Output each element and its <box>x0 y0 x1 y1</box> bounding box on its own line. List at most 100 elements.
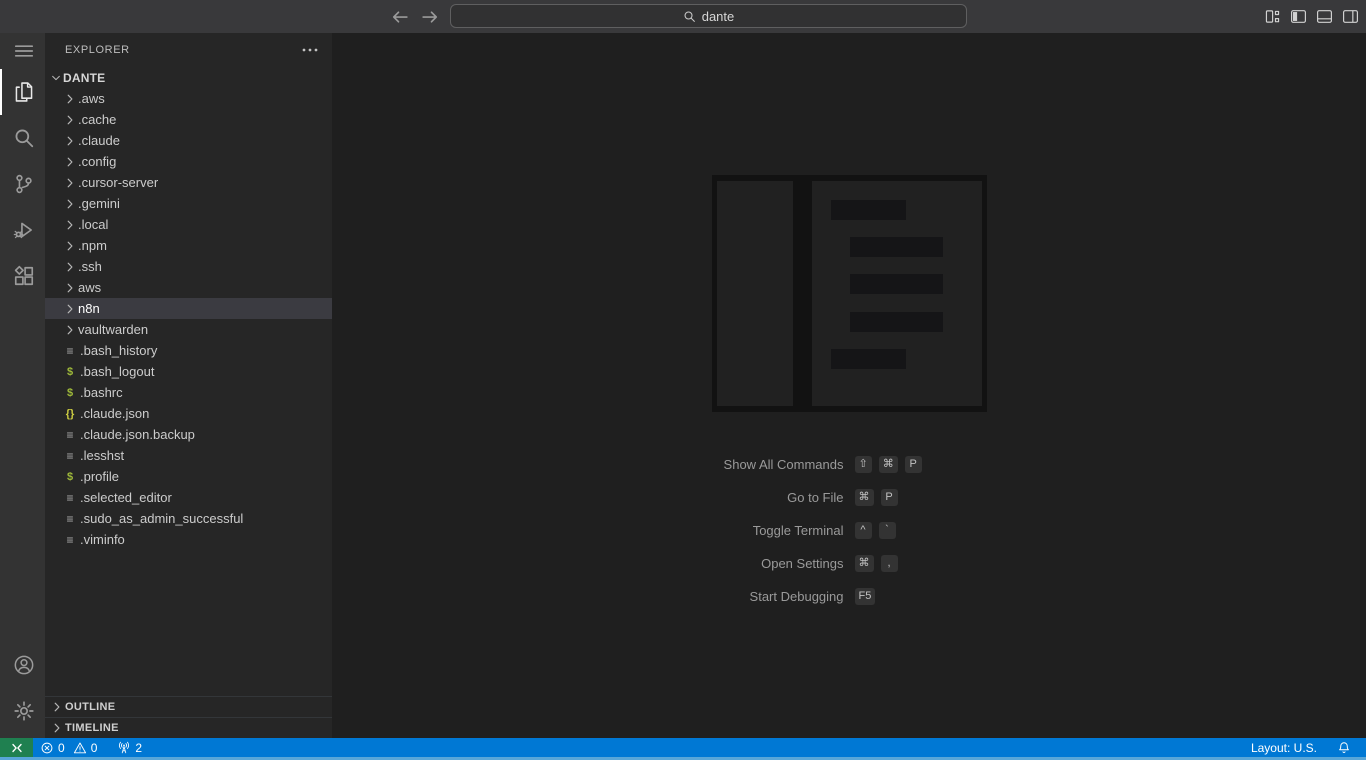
tree-file-.bash_history[interactable]: ≡.bash_history <box>45 340 332 361</box>
ports-status[interactable]: 2 <box>110 738 149 757</box>
warning-icon <box>73 741 87 755</box>
tree-folder-.claude[interactable]: .claude <box>45 130 332 151</box>
chevron-right-icon <box>62 259 78 275</box>
toggle-secondary-sidebar-button[interactable] <box>1341 8 1359 26</box>
tree-file-.sudo_as_admin_successful[interactable]: ≡.sudo_as_admin_successful <box>45 508 332 529</box>
sidebar-title: EXPLORER <box>65 44 130 56</box>
tree-folder-.config[interactable]: .config <box>45 151 332 172</box>
json-file-icon: {} <box>62 406 78 422</box>
text-file-icon: ≡ <box>62 532 78 548</box>
tree-item-label: .aws <box>78 91 105 106</box>
tree-folder-aws[interactable]: aws <box>45 277 332 298</box>
search-icon <box>13 127 35 149</box>
tree-folder-.aws[interactable]: .aws <box>45 88 332 109</box>
sidebar-section-outline[interactable]: OUTLINE <box>45 696 332 717</box>
tree-folder-.cursor-server[interactable]: .cursor-server <box>45 172 332 193</box>
tree-file-.viminfo[interactable]: ≡.viminfo <box>45 529 332 550</box>
source-control-icon <box>13 173 35 195</box>
sidebar-right-icon <box>1342 8 1359 25</box>
customize-layout-icon <box>1264 8 1281 25</box>
tree-folder-.npm[interactable]: .npm <box>45 235 332 256</box>
activity-run-debug-button[interactable] <box>0 207 45 253</box>
problems-status[interactable]: 0 0 <box>33 738 104 757</box>
tree-item-label: .bashrc <box>80 385 123 400</box>
tree-item-label: .ssh <box>78 259 102 274</box>
chevron-right-icon <box>62 301 78 317</box>
chevron-right-icon <box>62 112 78 128</box>
section-label: OUTLINE <box>65 701 115 713</box>
tree-item-label: .bash_history <box>80 343 157 358</box>
activity-extensions-button[interactable] <box>0 253 45 299</box>
tree-item-label: vaultwarden <box>78 322 148 337</box>
forward-arrow-icon <box>420 7 440 27</box>
toggle-panel-button[interactable] <box>1315 8 1333 26</box>
tree-item-label: .local <box>78 217 108 232</box>
activity-source-control-button[interactable] <box>0 161 45 207</box>
shortcut-row: Go to File⌘P <box>654 481 1045 514</box>
error-count: 0 <box>58 741 65 755</box>
tree-item-label: .profile <box>80 469 119 484</box>
shortcut-keys: ⇧⌘P <box>855 456 1045 473</box>
tree-folder-.local[interactable]: .local <box>45 214 332 235</box>
tree-file-.claude.json[interactable]: {}.claude.json <box>45 403 332 424</box>
activity-menu-button[interactable] <box>0 33 45 69</box>
warning-count: 0 <box>91 741 98 755</box>
keycap: P <box>881 489 898 506</box>
layout-controls <box>1263 0 1359 33</box>
remote-indicator[interactable] <box>0 738 33 757</box>
nav-forward-button[interactable] <box>420 7 440 27</box>
activity-accounts-button[interactable] <box>0 642 45 688</box>
shortcut-keys: ⌘P <box>855 489 1045 506</box>
command-center-search[interactable]: dante <box>450 4 967 28</box>
chevron-right-icon <box>49 720 65 736</box>
search-icon <box>683 10 696 23</box>
tree-folder-vaultwarden[interactable]: vaultwarden <box>45 319 332 340</box>
files-icon <box>13 81 35 103</box>
activity-search-button[interactable] <box>0 115 45 161</box>
editor-area: Show All Commands⇧⌘PGo to File⌘PToggle T… <box>332 33 1366 738</box>
tree-root-dante[interactable]: DANTE <box>45 67 332 88</box>
notifications-button[interactable] <box>1330 738 1358 757</box>
menu-icon <box>13 40 35 62</box>
activity-settings-button[interactable] <box>0 688 45 734</box>
more-actions-button[interactable] <box>300 40 320 60</box>
tree-folder-.gemini[interactable]: .gemini <box>45 193 332 214</box>
extensions-icon <box>13 265 35 287</box>
keycap: ⌘ <box>879 456 898 473</box>
section-label: TIMELINE <box>65 722 119 734</box>
tree-folder-n8n[interactable]: n8n <box>45 298 332 319</box>
tree-file-.profile[interactable]: $.profile <box>45 466 332 487</box>
customize-layout-button[interactable] <box>1263 8 1281 26</box>
tree-file-.lesshst[interactable]: ≡.lesshst <box>45 445 332 466</box>
shortcut-label: Toggle Terminal <box>654 523 844 538</box>
tree-item-label: .lesshst <box>80 448 124 463</box>
gear-icon <box>13 700 35 722</box>
sidebar-section-timeline[interactable]: TIMELINE <box>45 717 332 738</box>
keycap: , <box>881 555 898 572</box>
tree-item-label: .claude.json.backup <box>80 427 195 442</box>
tree-folder-.cache[interactable]: .cache <box>45 109 332 130</box>
tree-file-.bash_logout[interactable]: $.bash_logout <box>45 361 332 382</box>
tree-item-label: .gemini <box>78 196 120 211</box>
shortcut-label: Start Debugging <box>654 589 844 604</box>
toggle-primary-sidebar-button[interactable] <box>1289 8 1307 26</box>
watermark-editor-shape <box>812 181 982 406</box>
keyboard-layout-status[interactable]: Layout: U.S. <box>1244 738 1324 757</box>
tree-folder-.ssh[interactable]: .ssh <box>45 256 332 277</box>
chevron-right-icon <box>62 322 78 338</box>
text-file-icon: ≡ <box>62 343 78 359</box>
keycap: ⌘ <box>855 555 874 572</box>
shortcut-label: Open Settings <box>654 556 844 571</box>
chevron-right-icon <box>62 238 78 254</box>
tree-file-.bashrc[interactable]: $.bashrc <box>45 382 332 403</box>
tree-file-.selected_editor[interactable]: ≡.selected_editor <box>45 487 332 508</box>
nav-back-button[interactable] <box>390 7 410 27</box>
activity-explorer-button[interactable] <box>0 69 45 115</box>
search-value: dante <box>702 9 735 24</box>
watermark-sidebar-shape <box>717 181 793 406</box>
keycap: ^ <box>855 522 872 539</box>
keycap: ⌘ <box>855 489 874 506</box>
shortcut-keys: F5 <box>855 588 1045 605</box>
tree-file-.claude.json.backup[interactable]: ≡.claude.json.backup <box>45 424 332 445</box>
tree-item-label: .selected_editor <box>80 490 172 505</box>
